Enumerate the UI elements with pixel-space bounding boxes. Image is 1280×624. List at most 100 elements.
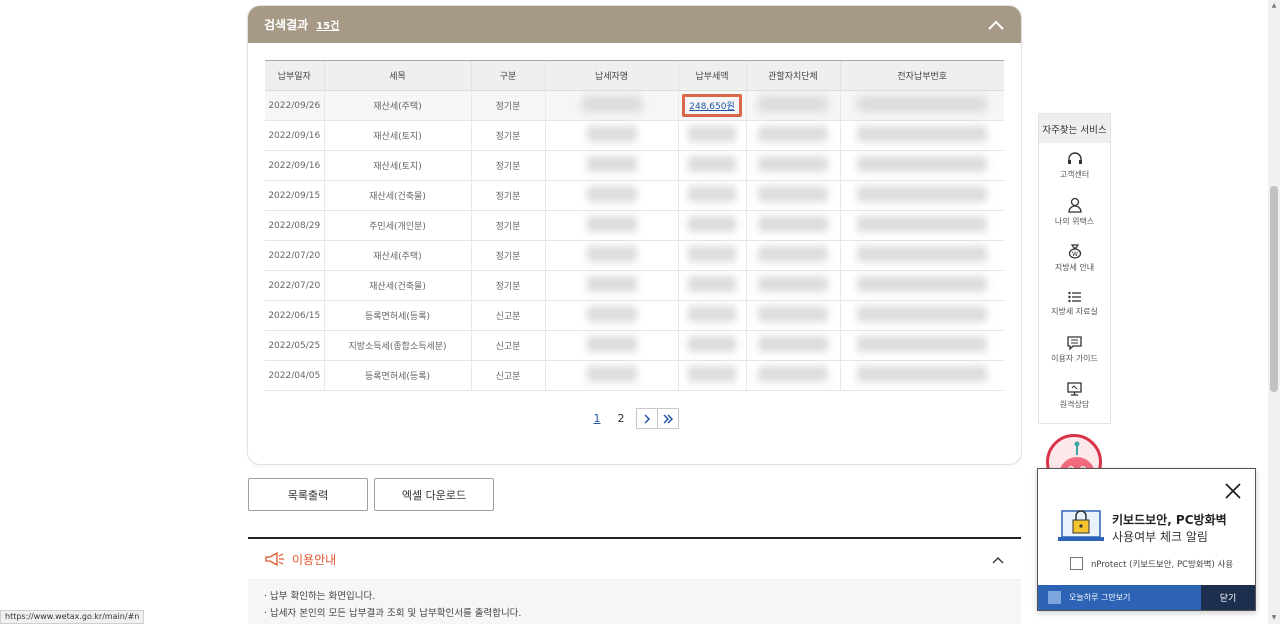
nprotect-checkbox[interactable] [1070, 557, 1083, 570]
date-cell: 2022/07/20 [265, 270, 324, 301]
region-cell [745, 90, 840, 121]
table-row: 2022/09/16 재산세(토지) 정기분 [265, 120, 1004, 151]
type-cell: 정기분 [470, 120, 545, 151]
list-icon [1067, 291, 1081, 303]
nprotect-option: nProtect (키보드보안, PC방화벽) 사용 [1070, 557, 1233, 570]
tax-cell: 재산세(건축물) [323, 270, 471, 301]
dismiss-today-button[interactable]: 오늘하루 그만보기 [1038, 585, 1201, 610]
pagination: 1 2 [588, 408, 679, 429]
amount-cell [677, 300, 746, 331]
quick-item-user-guide[interactable]: 이용자 가이드 [1039, 327, 1110, 373]
chat-icon [1067, 336, 1082, 350]
tax-cell: 재산세(토지) [323, 120, 471, 151]
amount-cell [677, 150, 746, 181]
scroll-up-icon[interactable]: ▲ [1268, 0, 1280, 12]
payment-number-cell [839, 90, 1004, 121]
region-cell [745, 210, 840, 241]
date-cell: 2022/04/05 [265, 360, 324, 391]
security-popup: 키보드보안, PC방화벽 사용여부 체크 알림 nProtect (키보드보안,… [1037, 468, 1256, 611]
notice-line: · 납부 확인하는 화면입니다. [264, 591, 376, 602]
date-cell: 2022/06/15 [265, 300, 324, 331]
tax-cell: 등록면허세(등록) [323, 300, 471, 331]
quick-item-label: 지방세 안내 [1054, 263, 1095, 272]
svg-text:W: W [1072, 251, 1078, 258]
page-scrollbar[interactable]: ▲ ▼ [1268, 0, 1280, 624]
last-page-button[interactable] [657, 408, 679, 429]
amount-cell [677, 270, 746, 301]
quick-item-local-tax-library[interactable]: 지방세 자료실 [1039, 281, 1110, 327]
taxpayer-cell [544, 270, 678, 301]
taxpayer-cell [544, 90, 678, 121]
table-row: 2022/09/16 재산세(토지) 정기분 [265, 150, 1004, 181]
quick-item-customer-center[interactable]: 고객센터 [1039, 143, 1110, 189]
tax-cell: 재산세(주택) [323, 240, 471, 271]
scrollbar-thumb[interactable] [1270, 186, 1278, 392]
notice-body: · 납부 확인하는 화면입니다. · 납세자 본인의 모든 납부결과 조회 및 … [248, 580, 1021, 624]
taxpayer-cell [544, 210, 678, 241]
notice-line: · 납세자 본인의 모든 납부결과 조회 및 납부확인서를 출력합니다. [264, 608, 522, 619]
column-header: 세목 [323, 60, 471, 91]
collapse-icon[interactable] [985, 14, 1007, 36]
date-cell: 2022/09/16 [265, 150, 324, 181]
region-cell [745, 180, 840, 211]
column-header: 관할자치단체 [745, 60, 840, 91]
amount-cell [677, 210, 746, 241]
column-header: 납부일자 [265, 60, 324, 91]
notice-header: 이용안내 [248, 539, 1021, 580]
popup-close-button[interactable]: 닫기 [1201, 585, 1255, 610]
amount-link[interactable]: 248,650원 [689, 102, 735, 112]
type-cell: 정기분 [470, 90, 545, 121]
print-list-button[interactable]: 목록출력 [248, 478, 368, 511]
amount-highlight: 248,650원 [682, 94, 742, 117]
region-cell [745, 240, 840, 271]
type-cell: 신고분 [470, 330, 545, 361]
chevron-right-icon [644, 413, 651, 424]
type-cell: 정기분 [470, 210, 545, 241]
next-page-button[interactable] [636, 408, 658, 429]
tax-cell: 재산세(토지) [323, 150, 471, 181]
search-results-panel: 검색결과 15건 납부일자 세목 구분 납세자명 납부세액 관할자치단체 전자납… [248, 6, 1021, 464]
popup-footer: 오늘하루 그만보기 닫기 [1038, 585, 1255, 610]
nprotect-label: nProtect (키보드보안, PC방화벽) 사용 [1091, 559, 1234, 570]
person-icon [1067, 197, 1082, 213]
type-cell: 정기분 [470, 240, 545, 271]
quick-item-my-wetax[interactable]: 나의 위택스 [1039, 189, 1110, 235]
notice-title: 이용안내 [292, 552, 337, 567]
taxpayer-cell [544, 120, 678, 151]
date-cell: 2022/09/15 [265, 180, 324, 211]
dismiss-today-checkbox[interactable] [1048, 591, 1061, 604]
quick-services: 자주찾는 서비스 고객센터 나의 위택스 W 지방세 안내 지방세 자료실 이용… [1038, 113, 1111, 424]
popup-title: 키보드보안, PC방화벽 [1112, 513, 1227, 527]
tax-cell: 재산세(건축물) [323, 180, 471, 211]
taxpayer-cell [544, 240, 678, 271]
amount-cell [677, 180, 746, 211]
usage-notice: 이용안내 · 납부 확인하는 화면입니다. · 납세자 본인의 모든 납부결과 … [248, 537, 1021, 624]
type-cell: 신고분 [470, 300, 545, 331]
chevron-up-icon[interactable] [991, 555, 1005, 565]
date-cell: 2022/05/25 [265, 330, 324, 361]
table-row: 2022/05/25 지방소득세(종합소득세분) 신고분 [265, 330, 1004, 361]
page-link[interactable]: 2 [612, 412, 630, 425]
payment-number-cell [839, 180, 1004, 211]
column-header: 전자납부번호 [839, 60, 1004, 91]
quick-item-local-tax-guide[interactable]: W 지방세 안내 [1039, 235, 1110, 281]
quick-services-title: 자주찾는 서비스 [1039, 114, 1110, 143]
quick-item-remote-support[interactable]: 원격상담 [1039, 373, 1110, 419]
type-cell: 정기분 [470, 150, 545, 181]
close-icon[interactable] [1223, 481, 1243, 501]
taxpayer-cell [544, 180, 678, 211]
quick-item-label: 나의 위택스 [1054, 217, 1095, 226]
scroll-down-icon[interactable]: ▼ [1268, 612, 1280, 624]
payment-number-cell [839, 120, 1004, 151]
type-cell: 신고분 [470, 360, 545, 391]
payment-number-cell [839, 270, 1004, 301]
excel-download-button[interactable]: 엑셀 다운로드 [374, 478, 494, 511]
taxpayer-cell [544, 150, 678, 181]
popup-subtitle: 사용여부 체크 알림 [1112, 530, 1208, 544]
tax-cell: 지방소득세(종합소득세분) [323, 330, 471, 361]
taxpayer-cell [544, 330, 678, 361]
table-row: 2022/09/15 재산세(건축물) 정기분 [265, 180, 1004, 211]
page-link[interactable]: 1 [588, 412, 606, 425]
monitor-icon [1067, 382, 1082, 396]
table-row: 2022/08/29 주민세(개인분) 정기분 [265, 210, 1004, 241]
